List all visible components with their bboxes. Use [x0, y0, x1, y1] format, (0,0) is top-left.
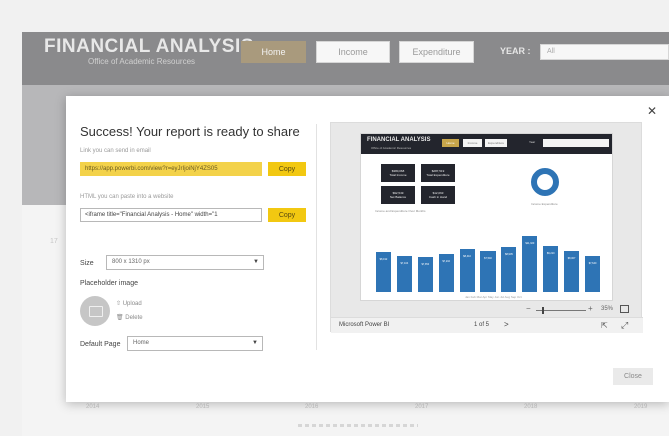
report-year-box — [543, 139, 609, 147]
background-tick: 2018 — [524, 404, 538, 410]
bar-label: $8,192 — [379, 258, 388, 262]
chevron-down-icon: ▼ — [252, 340, 258, 346]
kpi-label: Total Income — [389, 173, 407, 177]
nav-expenditure-button[interactable]: Expenditure — [399, 41, 474, 63]
fullscreen-icon[interactable]: ⤢ — [621, 320, 628, 331]
embed-code-field[interactable]: <iframe title="Financial Analysis - Home… — [80, 208, 262, 222]
kpi-card: $287,519 Total Expenditure — [421, 164, 455, 182]
delete-label: Delete — [125, 315, 143, 321]
donut-legend: Income Expenditure — [531, 202, 558, 206]
bar-axis-labels: Jan Feb Mar Apr May Jun Jul Aug Sep Oct — [465, 295, 522, 299]
kpi-label: Total Expenditure — [426, 173, 450, 177]
bar-label: $7,350 — [421, 263, 430, 267]
chevron-down-icon: ▼ — [253, 259, 259, 265]
kpi-label: Net Balance — [389, 195, 407, 199]
zoom-in-button[interactable]: + — [588, 304, 593, 313]
kpi-card: $12,063 Cash in Hand — [421, 186, 455, 204]
divider — [316, 124, 317, 350]
default-page-select[interactable]: Home ▼ — [127, 336, 263, 351]
bar-label: $7,540 — [484, 256, 492, 260]
upload-link[interactable]: ⇧ Upload — [116, 300, 142, 307]
preview-footer: Microsoft Power BI 1 of 5 > ⇱ ⤢ — [331, 317, 643, 333]
close-icon[interactable]: ✕ — [647, 104, 657, 118]
fit-page-icon[interactable] — [620, 305, 629, 313]
background-tick: 2017 — [415, 404, 429, 410]
report-tab-home: Home — [442, 139, 459, 147]
bar-label: $9,210 — [546, 251, 555, 255]
report-tab-expenditure: Expenditure — [485, 139, 507, 147]
default-page-label: Default Page — [80, 341, 121, 348]
donut-chart — [531, 168, 559, 196]
bar-label: $7,104 — [400, 262, 409, 265]
bar-label: $8,007 — [567, 256, 576, 260]
zoom-control: − + 35% — [526, 304, 636, 314]
bar-label: $11,320 — [525, 241, 535, 245]
app-subtitle: Office of Academic Resources — [88, 57, 196, 66]
background-tick: 2014 — [86, 404, 100, 410]
report-subtitle: Office of Academic Resources — [371, 146, 412, 150]
upload-label: Upload — [122, 301, 142, 307]
background-tick: 2019 — [634, 404, 648, 410]
report-tab-income: Income — [463, 139, 482, 147]
kpi-card: $380,068 Total Income — [381, 164, 415, 182]
report-year-label: Year — [529, 140, 536, 144]
bar-label: $7,640 — [588, 262, 597, 265]
copy-link-button[interactable]: Copy — [268, 162, 306, 176]
nav-income-button[interactable]: Income — [316, 41, 390, 63]
background-tick: 2015 — [196, 404, 210, 410]
background-axis-label: 17 — [50, 238, 58, 245]
app-header: FINANCIAL ANALYSIS Office of Academic Re… — [22, 32, 669, 85]
link-hint: Link you can send in email — [80, 148, 151, 154]
dialog-title: Success! Your report is ready to share — [80, 124, 300, 139]
bar-chart-title: Income and Expenditure Over Months — [375, 209, 426, 213]
kpi-label: Cash in Hand — [428, 195, 448, 199]
size-label: Size — [80, 260, 94, 267]
kpi-card: $92,549 Net Balance — [381, 186, 415, 204]
copy-embed-button[interactable]: Copy — [268, 208, 306, 222]
next-page-button[interactable]: > — [504, 320, 509, 329]
year-dropdown[interactable]: All — [540, 44, 669, 60]
delete-link[interactable]: 🗑 Delete — [116, 314, 143, 321]
close-button[interactable]: Close — [613, 368, 653, 385]
size-value: 800 x 1310 px — [112, 259, 150, 265]
page-dots — [298, 424, 418, 427]
report-header: FINANCIAL ANALYSIS Office of Academic Re… — [361, 134, 612, 154]
bar-label: $8,905 — [505, 252, 513, 256]
zoom-out-button[interactable]: − — [526, 304, 531, 313]
app-title: FINANCIAL ANALYSIS — [44, 36, 254, 57]
placeholder-label: Placeholder image — [80, 280, 138, 287]
default-page-value: Home — [133, 340, 150, 346]
share-dialog: ✕ Success! Your report is ready to share… — [66, 96, 669, 402]
zoom-slider-thumb[interactable] — [542, 307, 544, 314]
report-canvas[interactable]: FINANCIAL ANALYSIS Office of Academic Re… — [360, 133, 613, 301]
share-icon[interactable]: ⇱ — [601, 321, 608, 330]
page-indicator: 1 of 5 — [474, 322, 490, 328]
size-select[interactable]: 800 x 1310 px ▼ — [106, 255, 264, 270]
placeholder-image-icon — [80, 296, 110, 326]
embed-hint: HTML you can paste into a website — [80, 194, 174, 200]
powerbi-brand: Microsoft Power BI — [339, 322, 390, 328]
share-link-field[interactable]: https://app.powerbi.com/view?r=eyJrIjoiN… — [80, 162, 262, 176]
zoom-percent: 35% — [601, 306, 614, 312]
report-preview: FINANCIAL ANALYSIS Office of Academic Re… — [330, 122, 643, 333]
bar-label: $8,410 — [463, 254, 471, 258]
bar-label: $7,210 — [442, 259, 450, 263]
year-label: YEAR : — [500, 46, 531, 56]
background-tick: 2016 — [305, 404, 319, 410]
report-title: FINANCIAL ANALYSIS — [367, 137, 431, 143]
nav-home-button[interactable]: Home — [241, 41, 306, 63]
